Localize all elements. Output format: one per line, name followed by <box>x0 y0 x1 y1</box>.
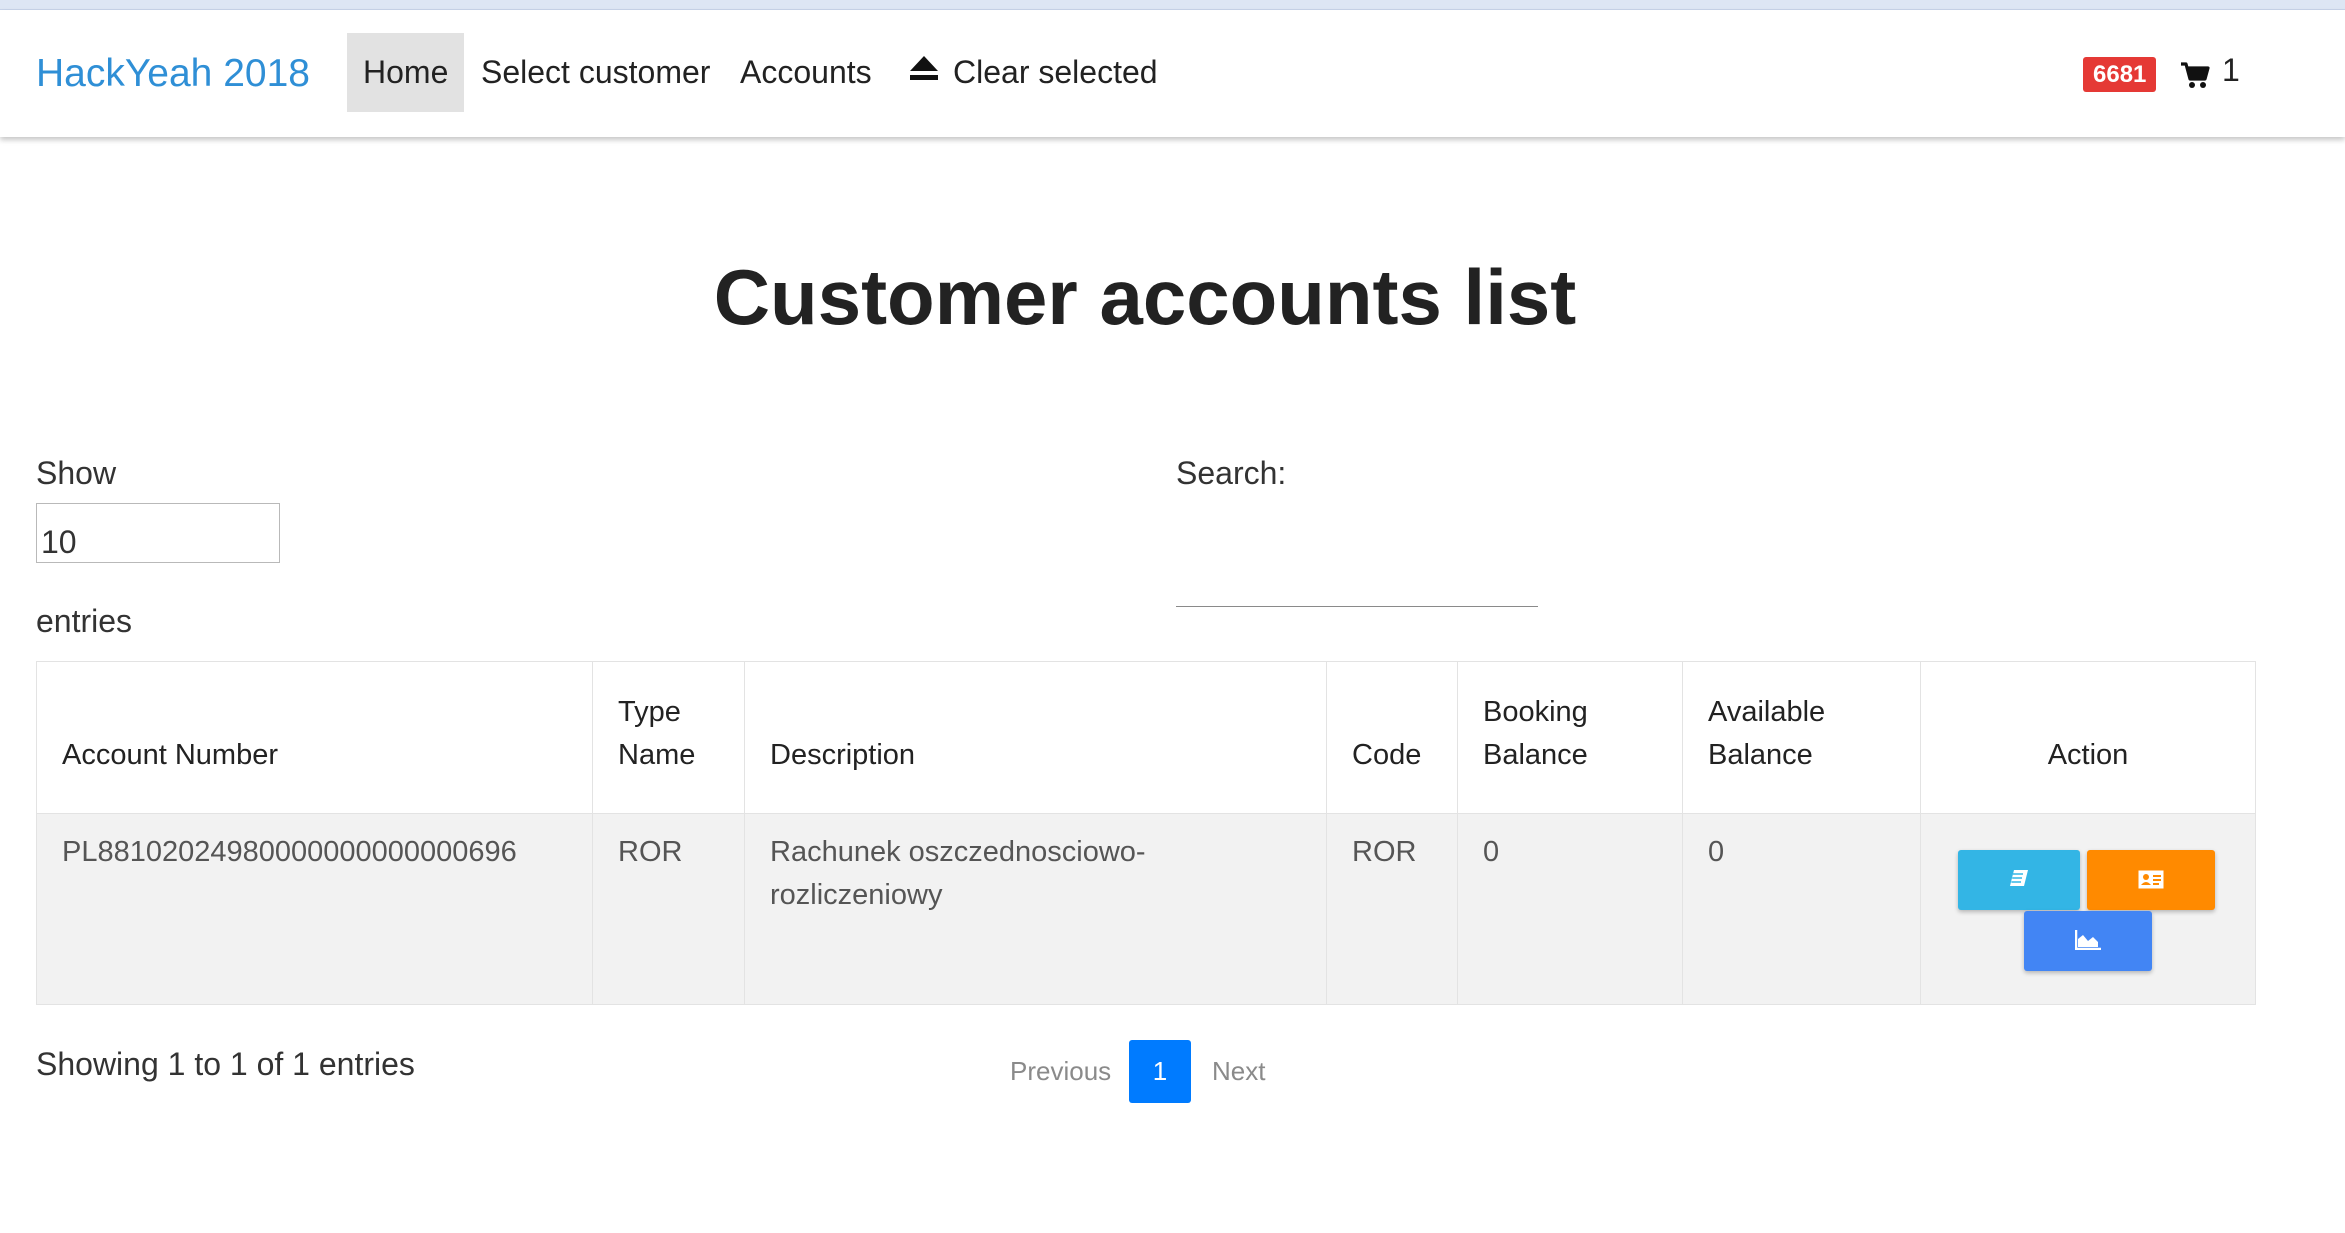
id-card-icon <box>2138 859 2164 902</box>
header-action: Action <box>1920 661 2256 814</box>
header-code[interactable]: Code <box>1326 661 1458 814</box>
table-info: Showing 1 to 1 of 1 entries <box>36 1046 415 1082</box>
table-header-row: Account Number Type Name Description Cod… <box>36 661 2256 814</box>
accounts-table: Account Number Type Name Description Cod… <box>36 661 2256 1005</box>
search-input[interactable] <box>1176 558 1538 607</box>
nav-clear-selected[interactable]: Clear selected <box>893 33 1174 112</box>
header-booking-balance[interactable]: Booking Balance <box>1457 661 1683 814</box>
book-icon <box>2008 859 2030 902</box>
cell-account-number: PL88102024980000000000000696 <box>36 813 593 1005</box>
brand-link[interactable]: HackYeah 2018 <box>36 52 310 96</box>
pagination-previous[interactable]: Previous <box>1010 1040 1111 1103</box>
header-available-balance[interactable]: Available Balance <box>1682 661 1921 814</box>
cell-type-name: ROR <box>592 813 745 1005</box>
show-label: Show <box>36 455 117 491</box>
nav-accounts[interactable]: Accounts <box>724 33 888 112</box>
account-details-button[interactable] <box>2087 850 2215 910</box>
view-history-button[interactable] <box>1958 850 2080 910</box>
nav-clear-selected-label: Clear selected <box>953 54 1158 90</box>
entries-per-page-select[interactable]: 10 <box>36 503 280 563</box>
nav-select-customer[interactable]: Select customer <box>465 33 726 112</box>
cell-available-balance: 0 <box>1682 813 1921 1005</box>
header-description[interactable]: Description <box>744 661 1327 814</box>
entries-label: entries <box>36 603 133 639</box>
cell-booking-balance: 0 <box>1457 813 1683 1005</box>
navbar: HackYeah 2018 Home Select customer Accou… <box>0 10 2345 137</box>
eject-icon <box>909 31 939 110</box>
cell-action <box>1920 813 2256 1005</box>
cart-icon[interactable] <box>2180 62 2210 94</box>
header-type-name[interactable]: Type Name <box>592 661 745 814</box>
nav-home[interactable]: Home <box>347 33 465 112</box>
chart-button[interactable] <box>2024 911 2152 971</box>
page-title: Customer accounts list <box>713 253 1577 341</box>
window-top-strip <box>0 0 2345 10</box>
counter-badge: 6681 <box>2083 57 2157 92</box>
header-account-number[interactable]: Account Number <box>36 661 593 814</box>
cell-code: ROR <box>1326 813 1458 1005</box>
table-row: PL88102024980000000000000696 ROR Rachune… <box>36 813 2256 1005</box>
pagination-page-1[interactable]: 1 <box>1129 1040 1191 1103</box>
pagination-next[interactable]: Next <box>1212 1040 1265 1103</box>
cart-count: 1 <box>2222 52 2240 88</box>
cell-description: Rachunek oszczednosciowo-rozliczeniowy <box>744 813 1327 1005</box>
area-chart-icon <box>2074 920 2101 963</box>
search-label: Search: <box>1176 455 1287 491</box>
